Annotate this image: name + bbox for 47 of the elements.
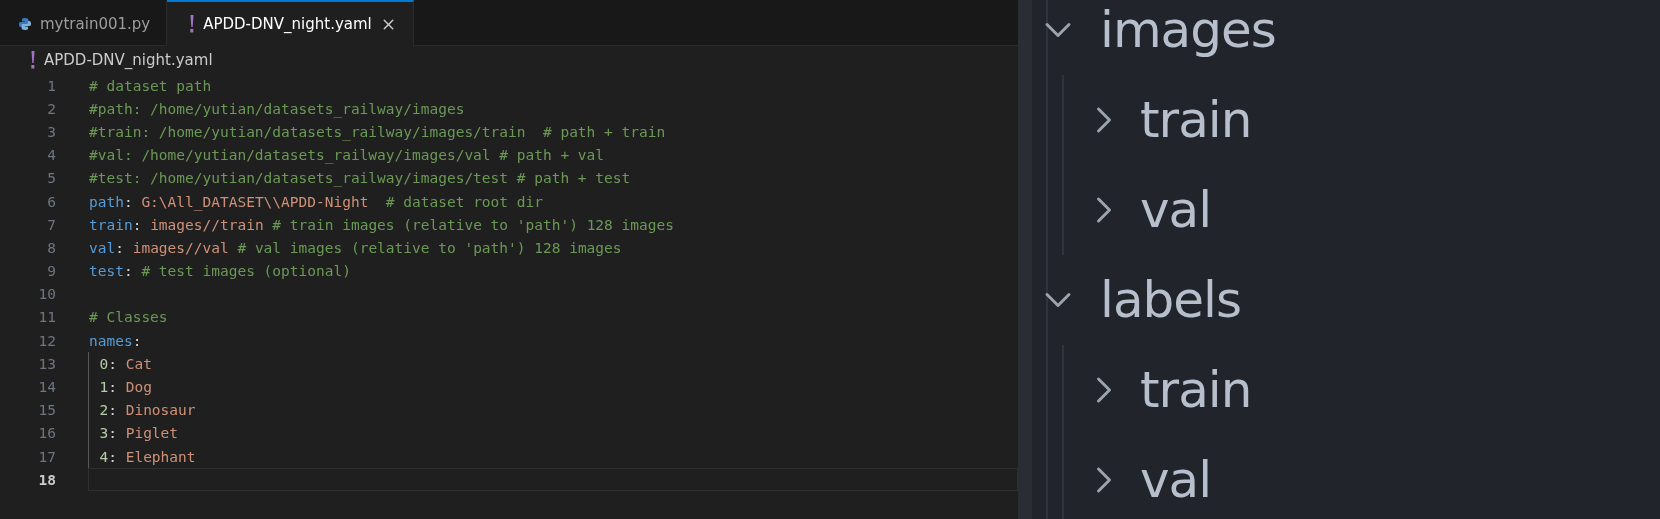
- line-number: 2: [46, 100, 56, 117]
- folder-name[interactable]: images: [1100, 1, 1276, 59]
- code-line: #path: /home/yutian/datasets_railway/images: [88, 99, 466, 120]
- line-number: 16: [37, 425, 56, 442]
- folder-name[interactable]: train: [1140, 91, 1252, 149]
- line-number: 1: [46, 77, 56, 94]
- line-number: 6: [46, 193, 56, 210]
- code-line: train: images//train # train images (relative to 'path') 128 images: [88, 215, 675, 235]
- line-number: 5: [46, 170, 56, 187]
- code-line: path: G:\All_DATASET\\APDD-Night # dataset root dir: [88, 192, 544, 213]
- code-line: 2: Dinosaur: [88, 398, 196, 422]
- code-line: #val: /home/yutian/datasets_railway/images/val # path + val: [88, 146, 606, 166]
- editor-tab[interactable]: APDD-DNV_night.yaml: [167, 0, 414, 46]
- code-line: # dataset path: [88, 76, 213, 96]
- line-number: 11: [37, 309, 56, 326]
- line-number: 7: [46, 216, 56, 233]
- line-number: 12: [37, 332, 56, 349]
- code-line: 4: Elephant: [88, 445, 196, 469]
- code-line: 3: Piglet: [88, 421, 179, 445]
- tab-label: mytrain001.py: [40, 14, 151, 33]
- exclamation-icon: [30, 51, 36, 69]
- exclamation-icon: [189, 15, 196, 33]
- line-number: 3: [46, 123, 56, 140]
- breadcrumb-item[interactable]: APDD-DNV_night.yaml: [44, 51, 213, 69]
- line-number: 4: [46, 147, 56, 164]
- line-number: 14: [37, 379, 56, 396]
- code-line: test: # test images (optional): [88, 262, 352, 282]
- code-line: 1: Dog: [88, 375, 152, 399]
- code-line: #test: /home/yutian/datasets_railway/images/test # path + test: [88, 169, 632, 189]
- code-line: # Classes: [88, 308, 169, 328]
- line-number: 18: [37, 471, 56, 488]
- tab-label: APDD-DNV_night.yaml: [203, 15, 372, 33]
- python-icon: [18, 16, 32, 31]
- folder-name[interactable]: train: [1140, 361, 1252, 419]
- code-line: 0: Cat: [88, 352, 152, 376]
- line-number: 8: [46, 239, 56, 256]
- code-line: names:: [88, 331, 143, 351]
- line-number: 15: [37, 402, 56, 419]
- code-line: #train: /home/yutian/datasets_railway/images/train # path + train: [88, 122, 667, 143]
- folder-name[interactable]: val: [1140, 451, 1212, 509]
- line-number: 9: [46, 263, 56, 280]
- line-number: 13: [37, 355, 56, 372]
- line-number: 10: [37, 286, 56, 303]
- line-number: 17: [37, 448, 56, 465]
- code-line: val: images//val # val images (relative to 'path') 128 images: [88, 238, 623, 258]
- folder-name[interactable]: val: [1140, 181, 1212, 239]
- folder-name[interactable]: labels: [1100, 271, 1241, 329]
